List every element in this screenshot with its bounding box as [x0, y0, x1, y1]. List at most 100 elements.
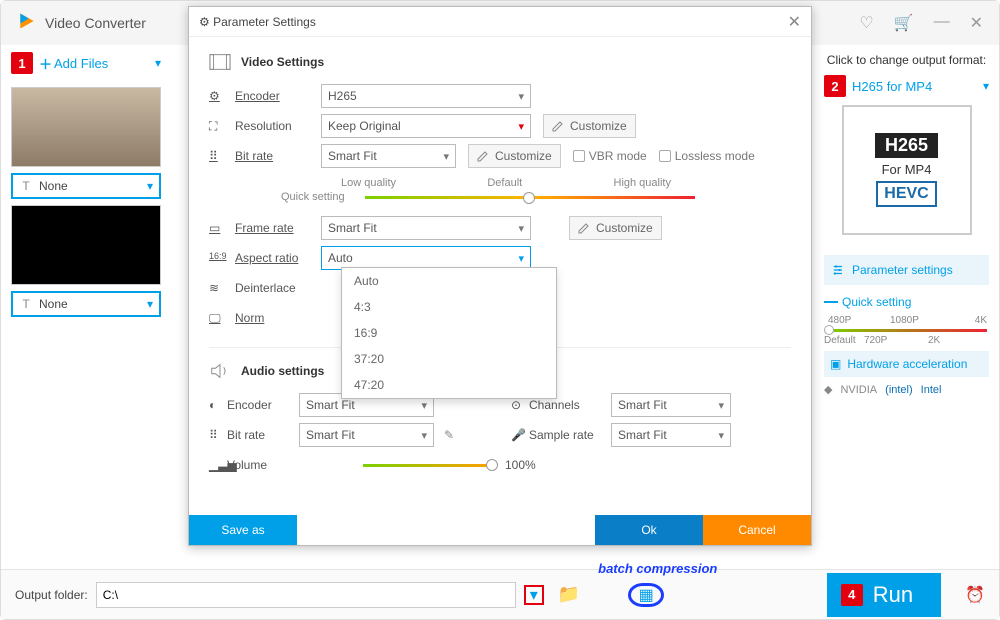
pencil-icon[interactable]: ✎ [444, 428, 454, 442]
chevron-down-icon: ▾ [147, 297, 153, 311]
browse-folder-icon[interactable]: 📁 [558, 584, 580, 605]
encoder-select[interactable]: H265▾ [321, 84, 531, 108]
settings-icon: ⚙ [199, 15, 210, 29]
parameter-settings-label: Parameter settings [852, 263, 953, 277]
volume-slider[interactable] [363, 464, 493, 467]
deinterlace-label: ≋Deinterlace [209, 281, 309, 295]
format-card[interactable]: H265 For MP4 HEVC [842, 105, 972, 235]
chevron-down-icon: ▾ [147, 179, 153, 193]
run-label: Run [873, 582, 913, 608]
aspect-option[interactable]: Auto [342, 268, 556, 294]
quick-setting-slider[interactable]: 480P 1080P 4K Default 720P 2K [824, 315, 989, 343]
chip-icon: ▣ [830, 357, 841, 371]
framerate-select[interactable]: Smart Fit▾ [321, 216, 531, 240]
aspect-option[interactable]: 16:9 [342, 320, 556, 346]
format-card-bottom: HEVC [876, 181, 936, 207]
intel-icon: (intel) [885, 384, 913, 396]
bitrate-icon: ⠿ [209, 428, 227, 442]
framerate-label: ▭Frame rate [209, 221, 309, 235]
alarm-icon[interactable]: ⏰ [965, 585, 985, 605]
quick-setting-sublabel: Quick setting [281, 191, 345, 203]
save-as-button[interactable]: Save as [189, 515, 297, 545]
mic-icon: 🎤 [511, 428, 529, 442]
bitrate-select[interactable]: Smart Fit▾ [321, 144, 456, 168]
aspect-label: 16:9Aspect ratio [209, 251, 309, 265]
channels-icon: ⊙ [511, 398, 529, 412]
format-label[interactable]: H265 for MP4 [852, 79, 977, 94]
app-logo-icon [17, 11, 37, 36]
samplerate-select[interactable]: Smart Fit▾ [611, 423, 731, 447]
subtitle-value: None [39, 297, 68, 311]
samplerate-label: 🎤Sample rate [511, 428, 601, 442]
aspect-option[interactable]: 47:20 [342, 372, 556, 398]
resolution-customize-button[interactable]: Customize [543, 114, 636, 138]
aspect-option[interactable]: 37:20 [342, 346, 556, 372]
aspect-option[interactable]: 4:3 [342, 294, 556, 320]
dialog-footer: Save as Ok Cancel [189, 515, 811, 545]
hardware-accel-button[interactable]: ▣ Hardware acceleration [824, 351, 989, 377]
lossless-mode-checkbox[interactable]: Lossless mode [659, 149, 755, 163]
like-icon[interactable]: ♡ [859, 13, 873, 33]
app-title: Video Converter [45, 15, 146, 31]
parameter-settings-dialog: ⚙ Parameter Settings ✕ Video Settings ⚙E… [188, 6, 812, 546]
add-files-button[interactable]: ＋ Add Files [39, 54, 108, 73]
dialog-titlebar: ⚙ Parameter Settings ✕ [189, 7, 811, 37]
video-thumbnail-2[interactable] [11, 205, 161, 285]
channels-label: ⊙Channels [511, 398, 601, 412]
add-files-chevron-icon[interactable]: ▾ [155, 56, 161, 70]
audio-encoder-label: ◐Encoder [209, 398, 289, 412]
parameter-settings-button[interactable]: Parameter settings [824, 255, 989, 285]
add-files-label: Add Files [54, 56, 108, 71]
framerate-icon: ▭ [209, 221, 227, 235]
subtitle-select-1[interactable]: T None ▾ [11, 173, 161, 199]
ok-button[interactable]: Ok [595, 515, 703, 545]
framerate-customize-button[interactable]: Customize [569, 216, 662, 240]
minimize-button[interactable]: — [934, 13, 950, 33]
speaker-icon [209, 362, 231, 380]
bitrate-icon: ⠿ [209, 149, 227, 163]
batch-compression-icon[interactable]: ▦ [628, 583, 664, 607]
sliders-icon [832, 263, 846, 277]
nvidia-icon: ◆ [824, 383, 832, 396]
video-settings-heading: Video Settings [209, 53, 791, 71]
output-folder-input[interactable] [96, 582, 516, 608]
subtitle-value: None [39, 179, 68, 193]
run-button[interactable]: 4 Run [827, 573, 941, 617]
vbr-mode-checkbox[interactable]: VBR mode [573, 149, 647, 163]
quality-slider[interactable] [365, 191, 695, 203]
audio-bitrate-select[interactable]: Smart Fit▾ [299, 423, 434, 447]
window-controls: ♡ 🛒 — ✕ [859, 13, 983, 33]
channels-select[interactable]: Smart Fit▾ [611, 393, 731, 417]
marker-1: 1 [11, 52, 33, 74]
resolution-select[interactable]: Keep Original▾ [321, 114, 531, 138]
audio-bitrate-label: ⠿Bit rate [209, 428, 289, 442]
film-icon [209, 53, 231, 71]
marker-2: 2 [824, 75, 846, 97]
output-folder-dropdown[interactable]: ▾ [524, 585, 544, 605]
output-folder-label: Output folder: [15, 588, 88, 602]
dialog-close-icon[interactable]: ✕ [788, 12, 801, 32]
monitor-icon: 🖵 [209, 311, 227, 325]
subtitle-select-2[interactable]: T None ▾ [11, 291, 161, 317]
volume-label: ▁▃▅Volume [209, 458, 289, 472]
cancel-button[interactable]: Cancel [703, 515, 811, 545]
bitrate-customize-button[interactable]: Customize [468, 144, 561, 168]
left-panel: 1 ＋ Add Files ▾ T None ▾ T None ▾ [1, 45, 171, 569]
quick-setting-label: Quick setting [824, 295, 989, 309]
bitrate-label: ⠿Bit rate [209, 149, 309, 163]
subtitle-icon: T [19, 179, 33, 193]
resolution-label: ⛶Resolution [209, 119, 309, 133]
format-card-top: H265 [875, 133, 938, 158]
norm-label: 🖵Norm [209, 311, 309, 325]
video-thumbnail-1[interactable] [11, 87, 161, 167]
format-card-mid: For MP4 [882, 162, 932, 177]
marker-4: 4 [841, 584, 863, 606]
close-button[interactable]: ✕ [970, 13, 983, 33]
encoder-label: ⚙Encoder [209, 89, 309, 103]
quality-scale-labels: Low qualityDefaultHigh quality [341, 177, 671, 189]
volume-icon: ▁▃▅ [209, 458, 227, 472]
subtitle-icon: T [19, 297, 33, 311]
format-chevron-icon[interactable]: ▾ [983, 79, 989, 93]
bottom-bar: Output folder: ▾ 📁 batch compression ▦ 4… [1, 569, 999, 619]
cart-icon[interactable]: 🛒 [894, 13, 914, 33]
